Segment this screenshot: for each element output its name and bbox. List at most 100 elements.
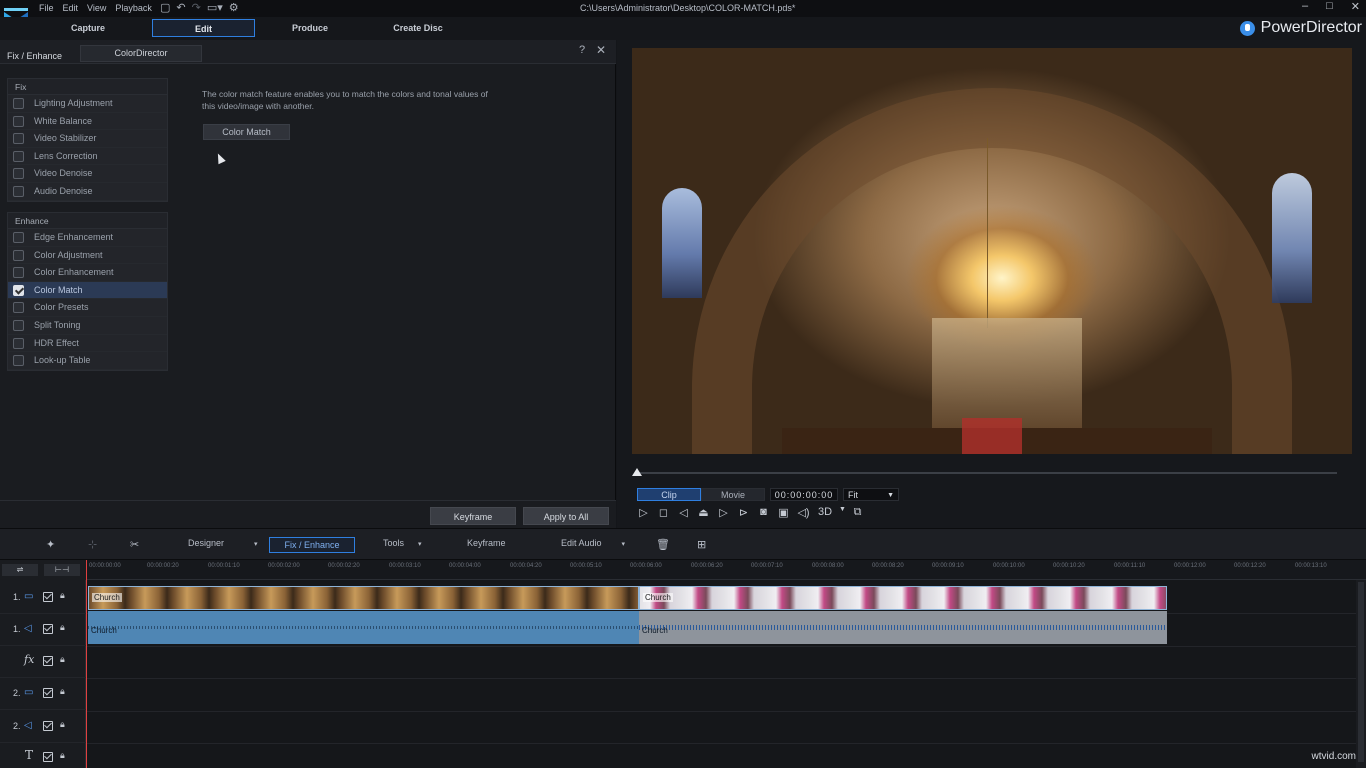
track-enable-checkbox[interactable] xyxy=(43,688,53,698)
checkbox[interactable] xyxy=(13,338,24,349)
checkbox[interactable] xyxy=(13,98,24,109)
option-video-denoise[interactable]: Video Denoise xyxy=(8,165,167,183)
checkbox-checked[interactable] xyxy=(13,285,24,296)
track-enable-checkbox[interactable] xyxy=(43,624,53,634)
more-features-icon[interactable]: ⊞ xyxy=(697,538,706,551)
timeline-ruler[interactable]: 00:00:00:00 00:00:00:20 00:00:01:10 00:0… xyxy=(86,560,1366,580)
option-white-balance[interactable]: White Balance xyxy=(8,113,167,131)
timeline-tracks[interactable]: Church Church Church Church xyxy=(86,580,1356,768)
menu-edit[interactable]: Edit xyxy=(63,3,79,13)
checkbox[interactable] xyxy=(13,133,24,144)
lock-icon[interactable]: 🔒︎ xyxy=(60,622,65,633)
checkbox[interactable] xyxy=(13,186,24,197)
maximize-button[interactable]: □ xyxy=(1326,0,1333,13)
menu-file[interactable]: File xyxy=(39,3,54,13)
scissors-icon[interactable]: ✂ xyxy=(130,538,139,551)
option-look-up-table[interactable]: Look-up Table xyxy=(8,352,167,370)
option-edge-enhancement[interactable]: Edge Enhancement xyxy=(8,229,167,247)
lock-icon[interactable]: 🔒︎ xyxy=(60,590,65,601)
tab-edit[interactable]: Edit xyxy=(152,19,255,37)
option-split-toning[interactable]: Split Toning xyxy=(8,317,167,335)
close-window-button[interactable]: ✕ xyxy=(1351,0,1360,13)
designer-dropdown[interactable]: Designer▾ xyxy=(188,538,258,548)
next-frame-icon[interactable]: ▷ xyxy=(716,506,731,519)
3d-mode-button[interactable]: 3D xyxy=(816,506,834,519)
edit-audio-dropdown[interactable]: Edit Audio▾ xyxy=(561,538,625,548)
link-split-icon[interactable]: ⊹ xyxy=(88,538,97,551)
menu-playback[interactable]: Playback xyxy=(115,3,152,13)
track-enable-checkbox[interactable] xyxy=(43,752,53,762)
option-lighting-adjustment[interactable]: Lighting Adjustment xyxy=(8,95,167,113)
option-video-stabilizer[interactable]: Video Stabilizer xyxy=(8,130,167,148)
account-icon[interactable] xyxy=(1240,21,1255,36)
checkbox[interactable] xyxy=(13,355,24,366)
lock-icon[interactable]: 🔒︎ xyxy=(60,654,65,665)
magic-wand-icon[interactable]: ✦ xyxy=(46,538,55,551)
checkbox[interactable] xyxy=(13,116,24,127)
chevron-down-icon[interactable]: ▼ xyxy=(839,506,845,519)
option-hdr-effect[interactable]: HDR Effect xyxy=(8,335,167,353)
scrub-bar[interactable] xyxy=(637,472,1337,474)
checkbox[interactable] xyxy=(13,151,24,162)
snapshot-camera-icon[interactable]: ◙ xyxy=(756,506,771,519)
color-match-button[interactable]: Color Match xyxy=(203,124,290,140)
track-enable-checkbox[interactable] xyxy=(43,656,53,666)
option-audio-denoise[interactable]: Audio Denoise xyxy=(8,183,167,201)
apply-to-all-button[interactable]: Apply to All xyxy=(523,507,609,525)
subtitles-icon[interactable]: ▣ xyxy=(776,506,791,519)
option-color-enhancement[interactable]: Color Enhancement xyxy=(8,264,167,282)
close-panel-icon[interactable]: ✕ xyxy=(596,43,606,57)
previous-frame-icon[interactable]: ◁ xyxy=(676,506,691,519)
tools-dropdown[interactable]: Tools▾ xyxy=(383,538,422,548)
timeline-vertical-scrollbar[interactable] xyxy=(1356,580,1366,768)
tab-capture[interactable]: Capture xyxy=(36,19,140,37)
new-project-icon[interactable]: ▢ xyxy=(160,1,170,14)
video-preview[interactable] xyxy=(632,48,1352,454)
timecode-display[interactable]: 00:00:00:00 xyxy=(770,488,838,501)
movie-mode-button[interactable]: Movie xyxy=(701,488,765,501)
help-icon[interactable]: ? xyxy=(579,44,585,56)
tab-produce[interactable]: Produce xyxy=(258,19,362,37)
split-clip-icon[interactable]: ⏏ xyxy=(696,506,711,519)
track-enable-checkbox[interactable] xyxy=(43,592,53,602)
option-color-presets[interactable]: Color Presets xyxy=(8,299,167,317)
tab-create-disc[interactable]: Create Disc xyxy=(366,19,470,37)
timeline-playhead[interactable] xyxy=(86,560,87,768)
checkbox[interactable] xyxy=(13,267,24,278)
keyframe-button[interactable]: Keyframe xyxy=(430,507,516,525)
redo-icon[interactable]: ↷ xyxy=(192,1,201,14)
checkbox[interactable] xyxy=(13,320,24,331)
lock-icon[interactable]: 🔒︎ xyxy=(60,719,65,730)
display-mode-icon[interactable]: ▭▾ xyxy=(207,1,223,14)
undock-preview-icon[interactable]: ⧉ xyxy=(850,506,865,519)
fit-timeline-icon[interactable]: ⊢⊣ xyxy=(44,564,80,576)
checkbox[interactable] xyxy=(13,232,24,243)
clip-mode-button[interactable]: Clip xyxy=(637,488,701,501)
audio-clip-2[interactable]: Church xyxy=(639,611,1167,644)
audio-clip-1[interactable]: Church xyxy=(88,611,639,644)
zoom-fit-select[interactable]: Fit ▼ xyxy=(843,488,899,501)
checkbox[interactable] xyxy=(13,302,24,313)
checkbox[interactable] xyxy=(13,250,24,261)
track-enable-checkbox[interactable] xyxy=(43,721,53,731)
video-clip-1[interactable]: Church xyxy=(88,586,639,610)
colordirector-button[interactable]: ColorDirector xyxy=(80,45,202,62)
minimize-button[interactable]: – xyxy=(1302,0,1308,13)
checkbox[interactable] xyxy=(13,168,24,179)
settings-gear-icon[interactable]: ⚙ xyxy=(229,1,239,14)
fast-forward-icon[interactable]: ⊳ xyxy=(736,506,751,519)
play-icon[interactable]: ▷ xyxy=(636,506,651,519)
track-manager-icon[interactable]: ⇌ xyxy=(2,564,38,576)
option-color-adjustment[interactable]: Color Adjustment xyxy=(8,247,167,265)
option-color-match[interactable]: Color Match xyxy=(8,282,167,300)
volume-icon[interactable]: ◁) xyxy=(796,506,811,519)
undo-icon[interactable]: ↶ xyxy=(176,1,185,14)
lock-icon[interactable]: 🔒︎ xyxy=(60,750,65,761)
option-lens-correction[interactable]: Lens Correction xyxy=(8,148,167,166)
fix-enhance-button[interactable]: Fix / Enhance xyxy=(269,537,355,553)
scrub-handle[interactable] xyxy=(632,468,642,476)
lock-icon[interactable]: 🔒︎ xyxy=(60,686,65,697)
trash-icon[interactable]: 🗑 xyxy=(656,538,670,551)
scrollbar-thumb[interactable] xyxy=(1358,582,1364,762)
menu-view[interactable]: View xyxy=(87,3,106,13)
